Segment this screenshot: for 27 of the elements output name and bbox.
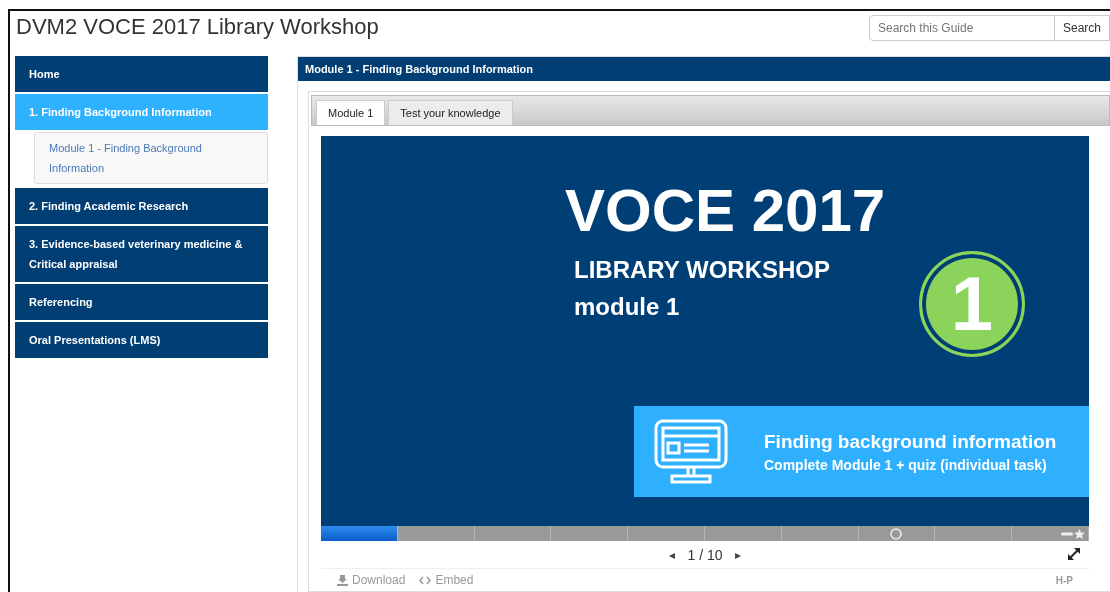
search-field[interactable]: Search this Guide [868,15,1055,41]
progress-bar[interactable] [321,526,1089,541]
callout-text: Complete Module 1 + quiz (individual task) [764,456,1048,473]
sidebar-item[interactable]: 3. Evidence-based veterinary medicine & Critical appraisal [15,226,268,282]
monitor-icon [654,418,728,485]
sidebar-item[interactable]: 2. Finding Academic Research [15,188,268,224]
summary-star-icon[interactable] [1061,529,1085,539]
sidebar-item[interactable]: Oral Presentations (LMS) [15,322,268,358]
submenu-item[interactable]: Module 1 - Finding Background Information [49,138,253,178]
search-button[interactable]: Search [1054,15,1110,41]
slide-module-label: module 1 [574,293,680,321]
previous-slide-button[interactable]: ◂ [667,547,678,562]
tab[interactable]: Test your knowledge [388,100,513,125]
tab[interactable]: Module 1 [316,100,386,125]
slide-counter: 1 / 10 [687,546,723,563]
slide-subheading: LIBRARY WORKSHOP [574,256,830,284]
callout-title: Finding background information [764,430,1057,453]
module-number-badge: 1 [919,251,1025,357]
download-icon [337,574,348,586]
panel-title: Module 1 - Finding Background Information [298,57,1110,81]
sidebar-item[interactable]: Referencing [15,284,268,320]
page-title: DVM2 VOCE 2017 Library Workshop [16,14,379,40]
fullscreen-icon[interactable] [1067,547,1081,561]
next-slide-button[interactable]: ▸ [732,547,743,562]
slide-heading: VOCE 2017 [565,176,886,246]
code-icon [419,575,432,585]
sidebar-item[interactable]: Home [15,56,268,92]
